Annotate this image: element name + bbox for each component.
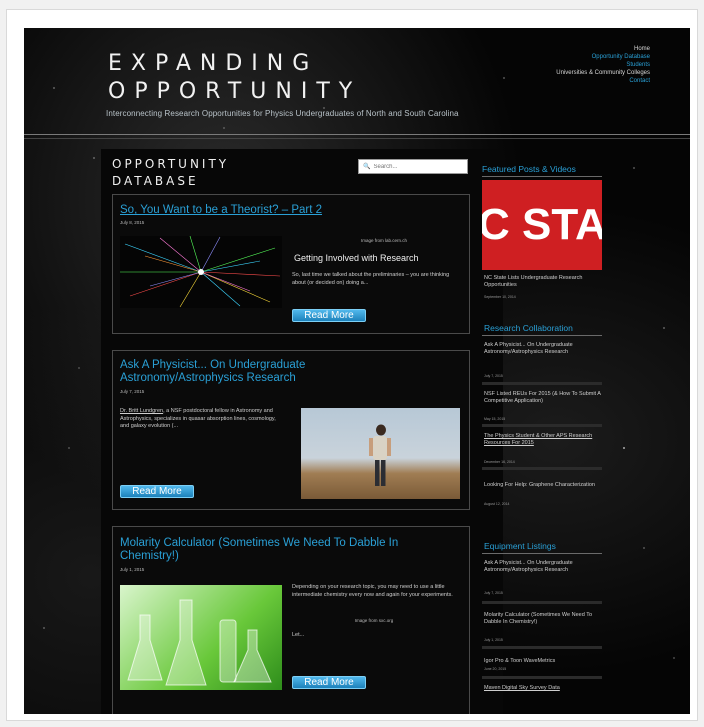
read-more-button[interactable]: Read More (120, 485, 194, 498)
sidebar-heading-research: Research Collaboration (484, 323, 573, 333)
astronomer-photo[interactable] (301, 408, 460, 499)
sidebar-research-item[interactable]: Looking For Help: Graphene Characterizat… (484, 482, 602, 489)
post-excerpt: Dr. Britt Lundgren, a NSF postdoctoral f… (120, 408, 282, 431)
sidebar-equipment-item[interactable]: Maven Digital Sky Survey Data (484, 685, 602, 692)
sidebar-research-item[interactable]: Ask A Physicist... On Undergraduate Astr… (484, 342, 602, 355)
chemistry-flasks-image[interactable] (120, 585, 282, 690)
sidebar-equipment-item[interactable]: Ask A Physicist... On Undergraduate Astr… (484, 560, 602, 573)
nav-home[interactable]: Home (556, 45, 650, 53)
sidebar-divider (482, 382, 602, 385)
search-box[interactable]: 🔍 (358, 159, 468, 174)
search-input[interactable] (373, 163, 464, 170)
sidebar-divider (482, 424, 602, 427)
page-title: OPPORTUNITY DATABASE (112, 156, 312, 190)
sidebar-divider (482, 553, 602, 554)
site-tagline: Interconnecting Research Opportunities f… (106, 109, 459, 118)
nav-opportunity-database[interactable]: Opportunity Database (556, 53, 650, 61)
page-title-line1: OPPORTUNITY (112, 157, 230, 171)
site-title[interactable]: EXPANDING OPPORTUNITY (108, 50, 361, 106)
page-title-line2: DATABASE (112, 174, 199, 188)
search-icon: 🔍 (363, 164, 371, 170)
sidebar-research-date: July 7, 2015 (484, 374, 503, 378)
sidebar-divider (482, 646, 602, 649)
header-divider-secondary (24, 138, 690, 139)
sidebar-research-item[interactable]: The Physics Student & Other APS Research… (484, 433, 602, 446)
sidebar-research-item[interactable]: NSF Listed REUs For 2015 (& How To Submi… (484, 391, 602, 404)
image-caption: Image from sxc.org (354, 618, 394, 623)
post-date: July 8, 2015 (120, 220, 145, 225)
sidebar-research-date: December 16, 2014 (484, 460, 515, 464)
post-title-link[interactable]: So, You Want to be a Theorist? – Part 2 (120, 204, 322, 217)
read-more-button[interactable]: Read More (292, 676, 366, 689)
person-link[interactable]: Dr. Britt Lundgren (120, 408, 163, 414)
website-screenshot: EXPANDING OPPORTUNITY Interconnecting Re… (24, 28, 690, 714)
header-divider (24, 134, 690, 135)
top-navigation: Home Opportunity Database Students Unive… (556, 45, 650, 85)
sidebar-divider (482, 601, 602, 604)
post-excerpt: Depending on your research topic, you ma… (292, 584, 453, 598)
sidebar-heading-featured: Featured Posts & Videos (482, 164, 576, 174)
particle-collision-image[interactable] (120, 236, 282, 308)
sidebar-featured-item[interactable]: NC State Lists Undergraduate Research Op… (484, 275, 602, 288)
nav-contact[interactable]: Contact (556, 77, 650, 85)
post-excerpt-continued: Let... (292, 632, 305, 638)
post-excerpt: So, last time we talked about the prelim… (292, 272, 450, 286)
sidebar-research-date: August 12, 2014 (484, 502, 510, 506)
sidebar-featured-date: September 10, 2014 (484, 295, 516, 299)
site-title-line2: OPPORTUNITY (108, 79, 362, 104)
nav-students[interactable]: Students (556, 61, 650, 69)
sidebar-divider (482, 176, 602, 177)
sidebar-heading-equipment: Equipment Listings (484, 541, 556, 551)
image-caption: Image from lab.cern.ch (360, 238, 408, 243)
sidebar-divider (482, 335, 602, 336)
read-more-button[interactable]: Read More (292, 309, 366, 322)
sidebar-equipment-item[interactable]: Molarity Calculator (Sometimes We Need T… (484, 612, 602, 625)
post-title-link[interactable]: Molarity Calculator (Sometimes We Need T… (120, 537, 440, 563)
sidebar-equipment-item[interactable]: Igor Pro & Toon WaveMetrics (484, 658, 602, 665)
ncstate-logo-image[interactable]: C STAT (482, 180, 602, 270)
site-title-line1: EXPANDING (108, 51, 319, 76)
sidebar-research-date: May 15, 2015 (484, 417, 506, 421)
sidebar-equipment-date: June 20, 2015 (484, 667, 507, 671)
sidebar-divider (482, 467, 602, 470)
sidebar-divider (482, 676, 602, 679)
post-date: July 1, 2015 (120, 567, 145, 572)
post-title-link[interactable]: Ask A Physicist... On Undergraduate Astr… (120, 359, 380, 385)
post-subheading: Getting Involved with Research (294, 253, 419, 263)
nav-universities[interactable]: Universities & Community Colleges (556, 69, 650, 77)
sidebar-equipment-date: July 7, 2015 (484, 591, 503, 595)
sidebar-equipment-date: July 1, 2015 (484, 638, 503, 642)
post-date: July 7, 2015 (120, 389, 145, 394)
